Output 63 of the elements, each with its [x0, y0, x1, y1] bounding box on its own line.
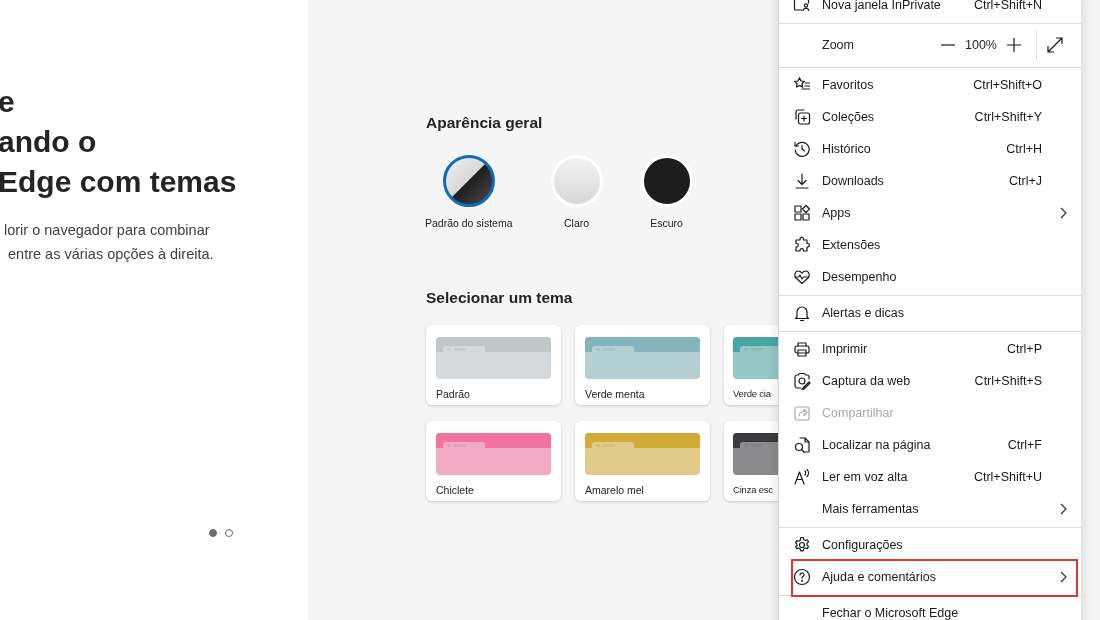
menu-item[interactable]: Ler em voz alta Ctrl+Shift+U: [779, 461, 1081, 493]
menu-item[interactable]: Nova janela InPrivate Ctrl+Shift+N: [779, 0, 1081, 21]
heading-text: e: [0, 84, 16, 120]
menu-item[interactable]: Ajuda e comentários: [779, 561, 1081, 593]
screenshot-icon: [793, 372, 811, 390]
chevron-right-icon: [1059, 207, 1067, 219]
puzzle-icon: [793, 236, 811, 254]
section-title: Selecionar um tema: [426, 289, 573, 307]
read-aloud-icon: [793, 468, 811, 486]
appearance-label: Padrão do sistema: [425, 217, 513, 229]
menu-item[interactable]: Localizar na página Ctrl+F: [779, 429, 1081, 461]
theme-card[interactable]: Chiclete: [426, 421, 561, 501]
download-icon: [793, 172, 811, 190]
theme-card[interactable]: Cinza esc: [724, 421, 778, 501]
find-page-icon: [793, 436, 811, 454]
collections-icon: [793, 108, 811, 126]
menu-item[interactable]: Alertas e dicas: [779, 297, 1081, 329]
menu-item[interactable]: Coleções Ctrl+Shift+Y: [779, 101, 1081, 133]
menu-item[interactable]: Extensões: [779, 229, 1081, 261]
theme-card[interactable]: Verde cia: [724, 325, 778, 405]
menu-item[interactable]: Histórico Ctrl+H: [779, 133, 1081, 165]
theme-label: Amarelo mel: [585, 484, 645, 496]
menu-item[interactable]: Desempenho: [779, 261, 1081, 293]
menu-item[interactable]: Fechar o Microsoft Edge: [779, 597, 1081, 620]
bell-icon: [793, 304, 811, 322]
menu-item[interactable]: Apps: [779, 197, 1081, 229]
appearance-label: Claro: [564, 217, 590, 229]
menu-item[interactable]: Imprimir Ctrl+P: [779, 333, 1081, 365]
appearance-label: Escuro: [650, 217, 683, 229]
expand-icon: [1047, 37, 1063, 53]
description-text: lorir o navegador para combinar: [4, 221, 211, 240]
menu-item[interactable]: Favoritos Ctrl+Shift+O: [779, 69, 1081, 101]
history-icon: [793, 140, 811, 158]
description-text: entre as várias opções à direita.: [7, 245, 215, 264]
theme-label: Padrão: [436, 388, 471, 400]
theme-card[interactable]: Amarelo mel: [575, 421, 710, 501]
chevron-right-icon: [1059, 503, 1067, 515]
theme-label: Verde menta: [585, 388, 646, 400]
theme-label: Cinza esc: [733, 484, 774, 495]
menu-item[interactable]: Configurações: [779, 529, 1081, 561]
plus-icon: [1006, 37, 1022, 53]
heart-pulse-icon: [793, 268, 811, 286]
page-dot[interactable]: [209, 529, 217, 537]
printer-icon: [793, 340, 811, 358]
section-title: Aparência geral: [426, 114, 543, 132]
share-icon: [793, 404, 811, 422]
theme-card[interactable]: Padrão: [426, 325, 561, 405]
menu-item[interactable]: Mais ferramentas: [779, 493, 1081, 525]
apps-icon: [793, 204, 811, 222]
theme-label: Verde cia: [733, 388, 772, 399]
theme-label: Chiclete: [436, 484, 475, 496]
menu-item[interactable]: Downloads Ctrl+J: [779, 165, 1081, 197]
theme-card[interactable]: Verde menta: [575, 325, 710, 405]
zoom-level: 100%: [964, 38, 998, 52]
menu-item[interactable]: Captura da web Ctrl+Shift+S: [779, 365, 1081, 397]
zoom-label: Zoom: [822, 38, 854, 52]
chevron-right-icon: [1059, 571, 1067, 583]
minus-icon: [941, 44, 955, 46]
private-window-icon: [793, 0, 811, 14]
settings-icon: [793, 536, 811, 554]
heading-text: Edge com temas: [0, 164, 238, 200]
help-icon: [793, 568, 811, 586]
appearance-swatch[interactable]: [442, 155, 495, 207]
